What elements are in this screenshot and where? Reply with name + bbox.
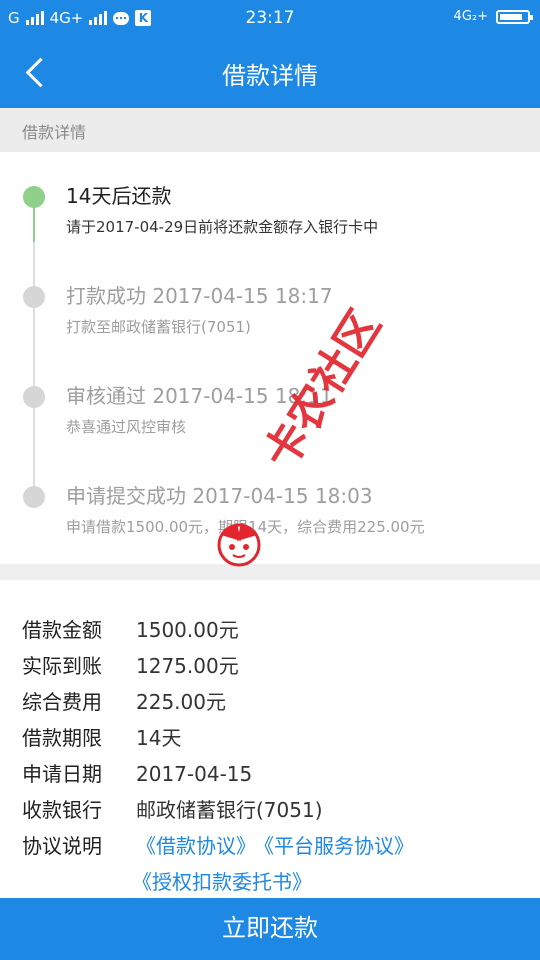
link-authorization[interactable]: 《授权扣款委托书》 — [132, 870, 312, 894]
detail-value: 14天 — [136, 726, 182, 750]
detail-value: 1275.00元 — [136, 654, 239, 678]
detail-row-term: 借款期限 14天 — [22, 722, 181, 751]
section-header: 借款详情 — [0, 108, 540, 152]
detail-row-agreements-2: 《授权扣款委托书》 — [132, 866, 312, 895]
detail-row-bank: 收款银行 邮政储蓄银行(7051) — [22, 794, 323, 823]
detail-label: 协议说明 — [22, 834, 102, 858]
status-bar: G 4G+ K 23:17 4G₂+ — [0, 0, 540, 36]
network-right-label: 4G₂+ — [453, 9, 488, 24]
section-divider — [0, 564, 540, 580]
step-title: 审核通过 2017-04-15 18:11 — [66, 384, 333, 408]
step-subtitle: 打款至邮政储蓄银行(7051) — [66, 318, 251, 336]
detail-label: 借款期限 — [22, 726, 102, 750]
nav-bar: 借款详情 — [0, 36, 540, 108]
battery-icon — [496, 9, 533, 24]
detail-row-fee: 综合费用 225.00元 — [22, 686, 226, 715]
detail-label: 实际到账 — [22, 654, 102, 678]
step-title: 打款成功 2017-04-15 18:17 — [66, 284, 333, 308]
step-title: 14天后还款 — [66, 184, 172, 208]
detail-row-date: 申请日期 2017-04-15 — [22, 758, 252, 787]
detail-row-received: 实际到账 1275.00元 — [22, 650, 239, 679]
detail-value: 邮政储蓄银行(7051) — [136, 798, 323, 822]
link-loan-agreement[interactable]: 《借款协议》 — [136, 834, 256, 858]
status-right: 4G₂+ — [453, 9, 533, 24]
status-dot-icon — [23, 286, 45, 308]
status-dot-icon — [23, 386, 45, 408]
timeline-line — [33, 198, 35, 498]
repay-button[interactable]: 立即还款 — [0, 898, 540, 960]
step-subtitle: 申请借款1500.00元，期限14天，综合费用225.00元 — [66, 518, 425, 536]
page-title: 借款详情 — [222, 62, 318, 90]
status-dot-icon — [23, 486, 45, 508]
detail-row-amount: 借款金额 1500.00元 — [22, 614, 239, 643]
detail-row-agreements: 协议说明 《借款协议》 《平台服务协议》 — [22, 830, 414, 859]
detail-label: 收款银行 — [22, 798, 102, 822]
detail-label: 借款金额 — [22, 618, 102, 642]
timeline: 14天后还款 请于2017-04-29日前将还款金额存入银行卡中 打款成功 20… — [0, 152, 540, 564]
detail-value: 225.00元 — [136, 690, 226, 714]
detail-label: 综合费用 — [22, 690, 102, 714]
step-subtitle: 请于2017-04-29日前将还款金额存入银行卡中 — [66, 218, 379, 236]
detail-value: 2017-04-15 — [136, 762, 253, 786]
detail-value: 1500.00元 — [136, 618, 239, 642]
detail-label: 申请日期 — [22, 762, 102, 786]
link-platform-agreement[interactable]: 《平台服务协议》 — [264, 834, 414, 858]
status-dot-icon — [23, 186, 45, 208]
step-title: 申请提交成功 2017-04-15 18:03 — [66, 484, 373, 508]
step-subtitle: 恭喜通过风控审核 — [66, 418, 187, 436]
loan-details: 借款金额 1500.00元 实际到账 1275.00元 综合费用 225.00元 借款… — [0, 580, 540, 898]
